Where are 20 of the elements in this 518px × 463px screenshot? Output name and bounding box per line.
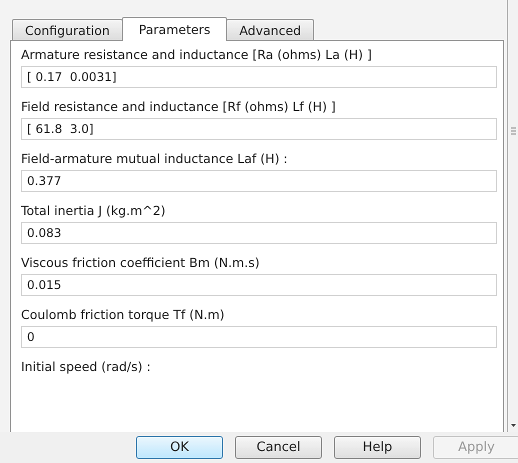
tab[interactable]: Advanced (226, 19, 314, 40)
field-label: Field resistance and inductance [Rf (ohms) Lf (H) ] (21, 99, 337, 114)
input-field[interactable]: 0.015 (21, 274, 497, 296)
input-field[interactable]: 0.083 (21, 222, 497, 244)
field-label: Initial speed (rad/s) : (21, 359, 152, 374)
dialog-button[interactable]: Help (334, 436, 421, 459)
tab[interactable]: Parameters (122, 17, 228, 41)
field-label: Viscous friction coefficient Bm (N.m.s) (21, 255, 261, 270)
dialog-button[interactable]: Cancel (235, 436, 322, 459)
scrollbar[interactable] (507, 0, 518, 432)
field-label: Armature resistance and inductance [Ra (ohms) La (H) ] (21, 47, 373, 62)
field-label: Coulomb friction torque Tf (N.m) (21, 307, 226, 322)
dialog-button[interactable]: OK (136, 436, 223, 459)
input-field[interactable]: 0 (21, 326, 497, 348)
input-field[interactable]: [ 0.17 0.0031] (21, 66, 497, 88)
field-label: Total inertia J (kg.m^2) (21, 203, 167, 218)
field-label: Field-armature mutual inductance Laf (H) : (21, 151, 289, 166)
input-field[interactable]: 0.377 (21, 170, 497, 192)
tab[interactable]: Configuration (12, 19, 123, 40)
input-field[interactable]: [ 61.8 3.0] (21, 118, 497, 140)
